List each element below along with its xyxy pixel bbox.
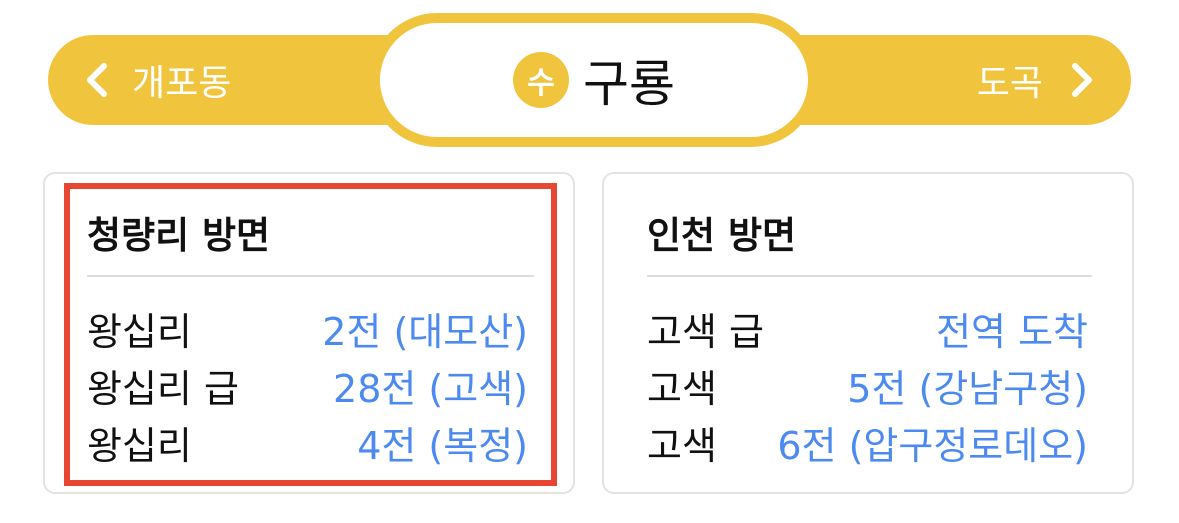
train-destination: 왕십리 급 <box>87 366 239 411</box>
chevron-right-icon <box>1072 63 1092 97</box>
direction-title: 청량리 방면 <box>87 214 271 257</box>
arrival-row: 고색 5전 (강남구청) <box>647 359 1088 411</box>
next-station-button[interactable]: 도곡 <box>977 35 1095 125</box>
arrival-status: 4전 (복정) <box>357 423 528 468</box>
train-destination: 왕십리 <box>87 309 192 354</box>
next-station-label: 도곡 <box>976 63 1043 104</box>
arrival-row: 고색 6전 (압구정로데오) <box>647 416 1088 468</box>
arrival-row: 왕십리 2전 (대모산) <box>87 302 528 354</box>
train-destination: 고색 급 <box>647 309 764 354</box>
arrival-row: 고색 급 전역 도착 <box>647 302 1088 354</box>
arrival-row: 왕십리 급 28전 (고색) <box>87 359 528 411</box>
divider <box>647 275 1092 277</box>
arrival-status: 5전 (강남구청) <box>847 366 1088 411</box>
prev-station-label: 개포동 <box>132 63 232 104</box>
arrival-status: 2전 (대모산) <box>322 309 528 354</box>
direction-title: 인천 방면 <box>647 214 797 257</box>
line-badge: 수 <box>513 52 569 108</box>
arrival-row: 왕십리 4전 (복정) <box>87 416 528 468</box>
train-destination: 고색 <box>647 366 717 411</box>
arrival-status: 전역 도착 <box>936 309 1088 354</box>
current-station-name: 구룡 <box>583 55 675 113</box>
arrival-status: 6전 (압구정로데오) <box>777 423 1088 468</box>
arrival-status: 28전 (고색) <box>333 366 528 411</box>
divider <box>87 275 534 277</box>
subway-arrival-screen: 개포동 도곡 수 구룡 청량리 방면 왕십리 2전 (대모산) 왕십리 급 28… <box>0 0 1179 523</box>
chevron-left-icon <box>87 63 107 97</box>
train-destination: 고색 <box>647 423 717 468</box>
prev-station-button[interactable]: 개포동 <box>84 35 231 125</box>
train-destination: 왕십리 <box>87 423 192 468</box>
current-station-pill: 수 구룡 <box>370 13 818 147</box>
